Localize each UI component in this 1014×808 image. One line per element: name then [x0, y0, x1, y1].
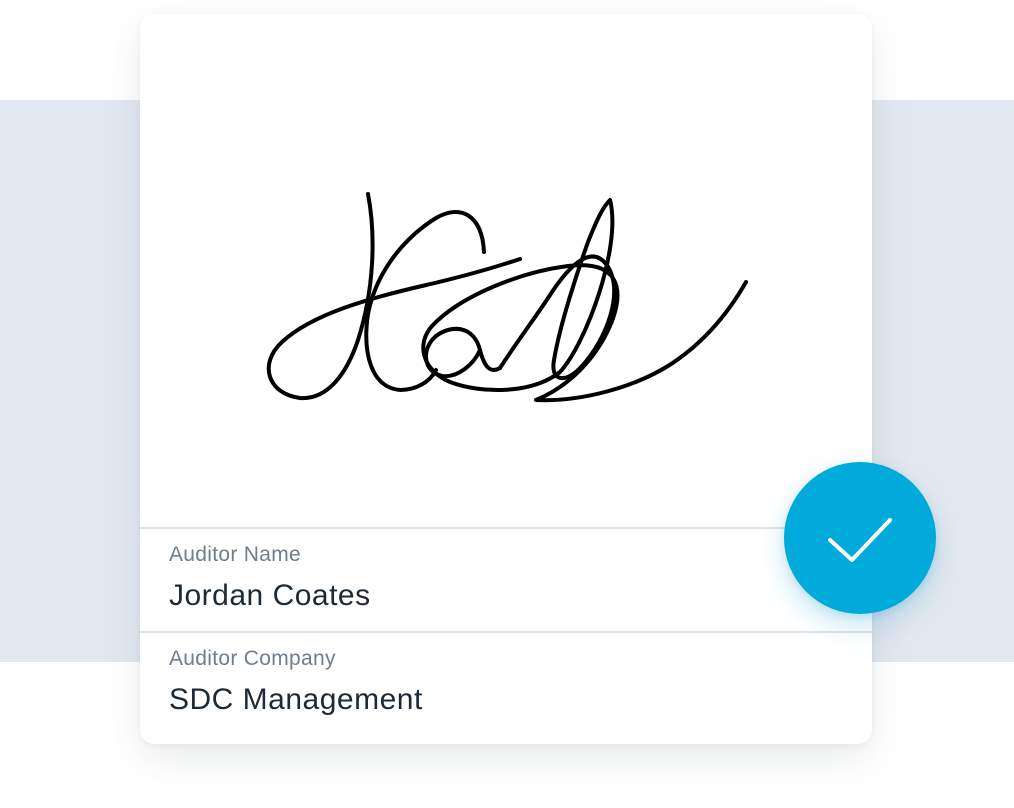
auditor-name-label: Auditor Name [169, 543, 301, 566]
signature-pad[interactable] [140, 14, 872, 528]
signature-stroke [421, 198, 748, 403]
confirm-button[interactable] [784, 462, 936, 614]
auditor-company-field[interactable]: Auditor Company SDC Management [140, 631, 872, 744]
auditor-company-label: Auditor Company [169, 647, 336, 670]
signature-card: Auditor Name Jordan Coates Auditor Compa… [140, 14, 872, 744]
signature-drawing [266, 192, 748, 403]
auditor-name-value[interactable]: Jordan Coates [169, 579, 371, 613]
auditor-company-value[interactable]: SDC Management [169, 683, 423, 717]
signature-stroke [266, 192, 522, 401]
checkmark-icon [828, 518, 892, 562]
auditor-name-field[interactable]: Auditor Name Jordan Coates [140, 527, 872, 631]
